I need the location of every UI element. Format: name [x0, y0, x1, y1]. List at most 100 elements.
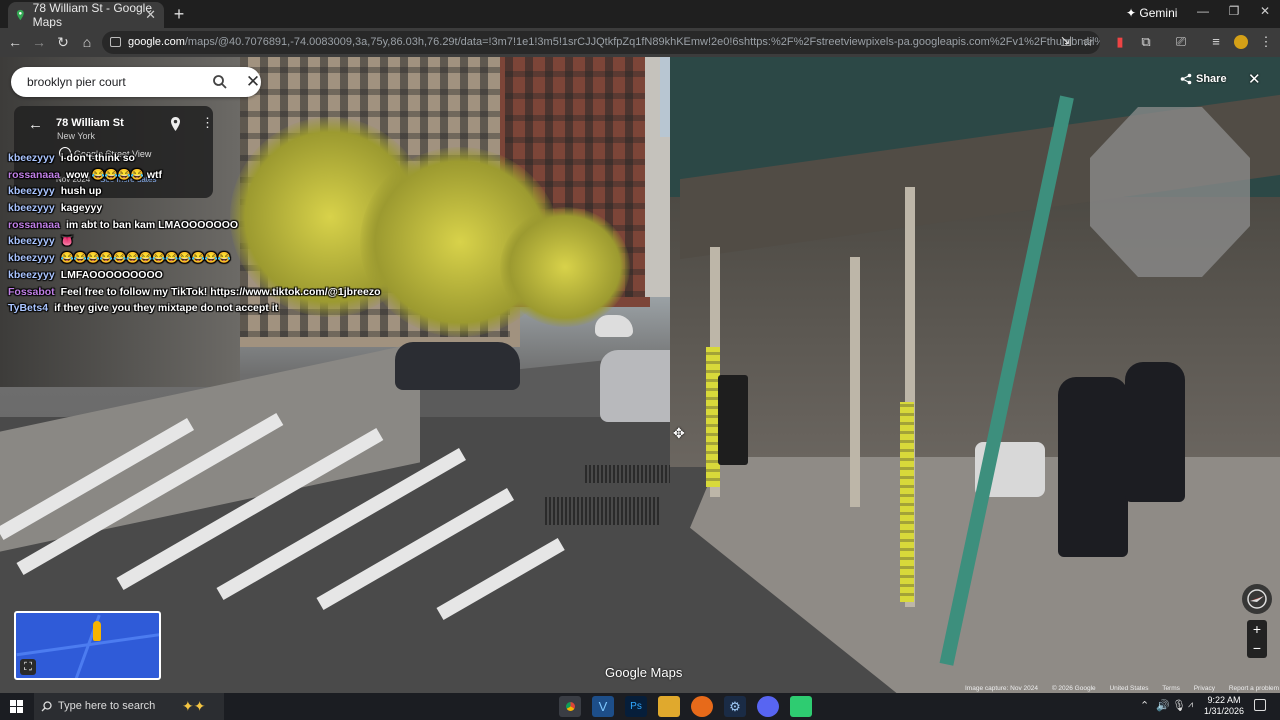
install-app-icon[interactable]: ⇲	[1058, 34, 1074, 50]
photoshop-app-icon[interactable]: Ps	[625, 696, 647, 717]
chat-text: if they give you they mixtape do not acc…	[54, 302, 279, 315]
screen-share-icon[interactable]: ⎚	[1173, 34, 1189, 50]
expand-map-icon[interactable]: ⛶	[20, 659, 36, 675]
chat-username[interactable]: kbeezyyy	[8, 235, 55, 247]
back-arrow-icon[interactable]: ←	[7, 34, 23, 50]
minimap[interactable]: ⛶	[14, 611, 161, 680]
stop-sign	[1090, 107, 1250, 277]
url-host: google.com	[128, 36, 185, 48]
car	[595, 315, 633, 337]
address-bar[interactable]: google.com/maps/@40.7076891,-74.0083009,…	[102, 31, 1100, 54]
share-label: Share	[1196, 73, 1227, 85]
compass-icon[interactable]	[1242, 584, 1272, 614]
home-icon[interactable]: ⌂	[79, 34, 95, 50]
gemini-button[interactable]: ✦ Gemini	[1126, 6, 1177, 20]
browser-menu-icon[interactable]: ⋮	[1258, 34, 1274, 50]
chat-username[interactable]: kbeezyyy	[8, 152, 55, 164]
zoom-out-button[interactable]: −	[1247, 639, 1267, 658]
app-icon[interactable]	[691, 696, 713, 717]
terms-link[interactable]: Terms	[1162, 685, 1180, 692]
browser-tab[interactable]: 78 William St - Google Maps ✕	[8, 1, 164, 29]
chat-username[interactable]: kbeezyyy	[8, 202, 55, 214]
taskbar-search-placeholder: Type here to search	[58, 700, 156, 712]
network-icon[interactable]: ⩘	[1188, 699, 1193, 710]
chat-username[interactable]: kbeezyyy	[8, 252, 55, 264]
chat-message: kbeezyyy 👅	[8, 233, 428, 250]
clock-time: 9:22 AM	[1207, 695, 1241, 705]
tab-close-icon[interactable]: ✕	[145, 7, 156, 23]
chat-message: TyBets4 if they give you they mixtape do …	[8, 300, 428, 317]
extensions-puzzle-icon[interactable]: ⧉	[1138, 34, 1154, 50]
privacy-link[interactable]: Privacy	[1194, 685, 1215, 692]
clock-date: 1/31/2026	[1203, 706, 1245, 716]
chat-text: 😂😂😂😂😂😂😂😂😂😂😂😂😂	[60, 252, 231, 265]
close-street-view-icon[interactable]: ✕	[1248, 70, 1261, 88]
report-problem-link[interactable]: Report a problem	[1229, 685, 1279, 692]
chat-message: kbeezyyy 😂😂😂😂😂😂😂😂😂😂😂😂😂	[8, 250, 428, 267]
gemini-label: Gemini	[1139, 6, 1178, 20]
taskbar-clock[interactable]: 9:22 AM 1/31/2026	[1196, 695, 1252, 717]
discord-app-icon[interactable]	[757, 696, 779, 717]
location-subtitle: New York	[57, 131, 96, 141]
share-button[interactable]: Share	[1176, 67, 1234, 91]
taskbar-search[interactable]: Type here to search ✦✦	[34, 693, 224, 720]
sparkle-icon: ✦	[1126, 6, 1137, 20]
search-icon[interactable]	[212, 74, 228, 90]
pegman-icon[interactable]	[93, 621, 101, 641]
chrome-app-icon[interactable]	[559, 696, 581, 717]
reload-icon[interactable]: ↻	[55, 34, 71, 51]
zoom-in-button[interactable]: +	[1247, 620, 1267, 639]
chat-username[interactable]: Fossabot	[8, 286, 55, 298]
more-options-icon[interactable]: ⋮	[201, 115, 214, 131]
sparkle-icon: ✦✦	[182, 698, 206, 714]
maps-pin-icon	[16, 9, 24, 21]
speaker-icon[interactable]: 🔊	[1156, 699, 1170, 712]
visual-studio-app-icon[interactable]: V	[592, 696, 614, 717]
notification-icon[interactable]	[1254, 699, 1266, 711]
new-tab-button[interactable]: +	[170, 4, 188, 25]
google-maps-logo: Google Maps	[605, 665, 683, 680]
file-explorer-icon[interactable]	[658, 696, 680, 717]
chat-message: rossanaaa im abt to ban kam LMAOOOOOOO	[8, 217, 428, 234]
trash-can	[718, 375, 748, 465]
microphone-icon[interactable]: 🎙	[1172, 699, 1186, 712]
bookmark-star-icon[interactable]: ☆	[1080, 34, 1096, 50]
location-pin-icon[interactable]	[170, 117, 181, 131]
chat-username[interactable]: TyBets4	[8, 302, 48, 314]
chat-text: wow 😂😂😂😂 wtf	[65, 168, 162, 181]
forward-arrow-icon[interactable]: →	[31, 34, 47, 50]
url-path: /maps/@40.7076891,-74.0083009,3a,75y,86.…	[184, 36, 1100, 48]
app-icon[interactable]	[790, 696, 812, 717]
zoom-controls: + −	[1247, 620, 1267, 658]
steam-app-icon[interactable]: ⚙	[724, 696, 746, 717]
clear-search-icon[interactable]: ✕	[245, 73, 261, 90]
profile-avatar-icon[interactable]	[1234, 35, 1248, 49]
chat-username[interactable]: kbeezyyy	[8, 269, 55, 281]
window-close-icon[interactable]: ✕	[1250, 4, 1280, 18]
chat-message: Fossabot Feel free to follow my TikTok! h…	[8, 284, 428, 301]
stream-chat-overlay: kbeezyyy i don't think so rossanaaa wow 😂😂😂…	[8, 150, 428, 317]
copyright-text: © 2026 Google	[1051, 685, 1096, 692]
tray-chevron-icon[interactable]: ⌃	[1140, 699, 1149, 712]
browser-tab-bar: 78 William St - Google Maps ✕ + ✦ Gemini…	[0, 0, 1280, 29]
site-info-icon[interactable]	[110, 37, 121, 47]
chat-username[interactable]: kbeezyyy	[8, 185, 55, 197]
extension-record-icon[interactable]: ▮	[1112, 34, 1128, 50]
restore-icon[interactable]: ❐	[1219, 4, 1249, 18]
chat-text: im abt to ban kam LMAOOOOOOO	[65, 218, 239, 231]
chat-username[interactable]: rossanaaa	[8, 169, 60, 181]
minimize-icon[interactable]: —	[1188, 4, 1218, 18]
chat-message: kbeezyyy hush up	[8, 183, 428, 200]
chat-username[interactable]: rossanaaa	[8, 219, 60, 231]
chat-message: kbeezyyy kageyyy	[8, 200, 428, 217]
country-link[interactable]: United States	[1109, 685, 1148, 692]
maps-search-box: ✕	[11, 67, 261, 97]
windows-start-icon[interactable]	[10, 700, 23, 713]
media-controls-icon[interactable]: ≡	[1208, 34, 1224, 49]
tree	[500, 207, 630, 327]
chat-text: i don't think so	[60, 152, 135, 164]
search-input[interactable]	[27, 73, 197, 91]
car	[395, 342, 520, 390]
back-arrow-icon[interactable]: ←	[28, 116, 43, 133]
pedestrian	[1058, 377, 1128, 557]
